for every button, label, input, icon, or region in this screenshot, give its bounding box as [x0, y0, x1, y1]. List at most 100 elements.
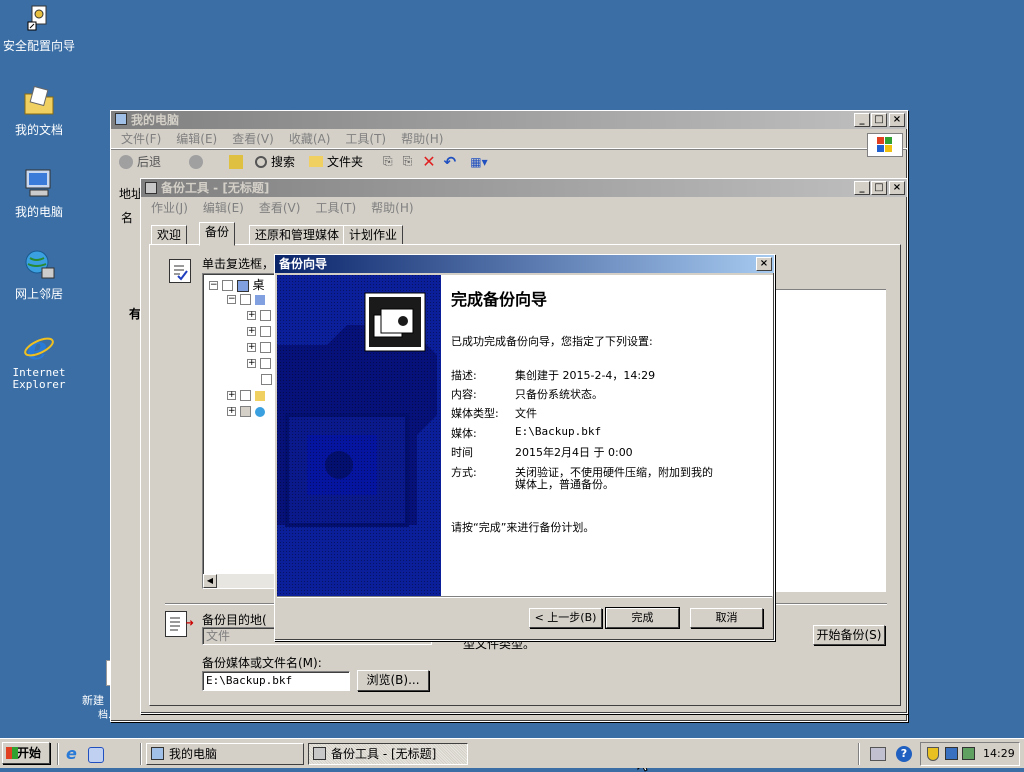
checkbox[interactable] [221, 280, 233, 291]
checkbox[interactable] [259, 310, 271, 321]
menu-help[interactable]: 帮助(H) [371, 199, 413, 216]
start-backup-button[interactable]: 开始备份(S) [813, 625, 885, 645]
tree-row[interactable]: + [227, 404, 265, 418]
collapse-icon[interactable]: − [227, 295, 236, 304]
folders-button[interactable]: 文件夹 [327, 153, 363, 170]
menu-edit[interactable]: 编辑(E) [203, 199, 244, 216]
menu-tools[interactable]: 工具(T) [315, 199, 356, 216]
start-label: 开始 [17, 746, 42, 760]
collapse-icon[interactable]: − [209, 281, 218, 290]
taskbar-item-backup[interactable]: 备份工具 - [无标题] [308, 743, 468, 765]
backup-tree-panel[interactable]: − 桌 − + + + + + + ◀ [202, 273, 282, 589]
my-computer-titlebar[interactable]: 我的电脑 _ □ × [111, 111, 907, 129]
tab-restore[interactable]: 还原和管理媒体 [249, 225, 346, 245]
backup-select-icon [169, 259, 191, 283]
maximize-button[interactable]: □ [871, 113, 887, 127]
media-filename-input[interactable]: E:\Backup.bkf [202, 671, 350, 691]
horizontal-scrollbar[interactable]: ◀ [203, 574, 281, 588]
search-icon [255, 155, 268, 168]
expand-icon[interactable]: + [227, 391, 236, 400]
undo-icon[interactable]: ↶ [444, 153, 457, 171]
quicklaunch-ie-icon[interactable]: e [66, 746, 82, 763]
menu-edit[interactable]: 编辑(E) [176, 130, 217, 147]
checkbox[interactable] [259, 358, 271, 369]
tree-row[interactable]: + [227, 388, 265, 402]
menu-job[interactable]: 作业(J) [151, 199, 188, 216]
menu-favorites[interactable]: 收藏(A) [289, 130, 331, 147]
start-button[interactable]: 开始 [2, 742, 50, 764]
destination-label: 备份目的地( [202, 613, 267, 627]
tree-row[interactable] [261, 372, 272, 386]
back-button[interactable]: 后退 [137, 153, 161, 170]
network-tray-icon[interactable] [945, 747, 958, 760]
summary-key: 媒体: [451, 427, 477, 440]
finish-button[interactable]: 完成 [605, 607, 680, 629]
search-button[interactable]: 搜索 [271, 153, 295, 170]
tree-row[interactable]: − [227, 292, 265, 306]
move-to-icon[interactable]: ⎘ [383, 154, 393, 169]
checkbox[interactable] [239, 294, 251, 305]
close-button[interactable]: × [889, 181, 905, 195]
menu-view[interactable]: 查看(V) [259, 199, 301, 216]
menu-help[interactable]: 帮助(H) [401, 130, 443, 147]
expand-icon[interactable]: + [247, 343, 256, 352]
tab-schedule[interactable]: 计划作业 [343, 225, 404, 245]
tree-row[interactable]: − 桌 [209, 276, 265, 293]
checkbox[interactable] [239, 406, 251, 417]
desktop-icon-my-documents[interactable]: 我的文档 [0, 84, 78, 138]
menu-view[interactable]: 查看(V) [232, 130, 274, 147]
tree-row[interactable]: + [247, 340, 271, 354]
desktop-icon-security-wizard[interactable]: 安全配置向导 [0, 4, 78, 54]
browse-button[interactable]: 浏览(B)... [357, 670, 429, 691]
copy-to-icon[interactable]: ⎘ [403, 154, 413, 169]
tab-backup[interactable]: 备份 [199, 222, 236, 246]
list-header [772, 274, 886, 290]
checkbox[interactable] [259, 326, 271, 337]
cancel-button[interactable]: 取消 [690, 608, 763, 628]
summary-key: 方式: [451, 466, 477, 479]
wizard-titlebar[interactable]: 备份向导 × [275, 255, 774, 273]
checkbox[interactable] [259, 342, 271, 353]
tray-app-icon[interactable] [870, 747, 886, 761]
tray-utility-icon[interactable] [962, 747, 975, 760]
minimize-button[interactable]: _ [854, 181, 870, 195]
expand-icon[interactable]: + [247, 359, 256, 368]
expand-icon[interactable]: + [247, 327, 256, 336]
quicklaunch-backup-icon[interactable] [88, 747, 104, 763]
security-wizard-icon [26, 4, 52, 34]
back-icon[interactable] [119, 154, 133, 169]
expand-icon[interactable]: + [247, 311, 256, 320]
menu-tools[interactable]: 工具(T) [345, 130, 386, 147]
backup-wizard-dialog[interactable]: 备份向导 × 完成备份向导 已成功完成备份向导，您指定了下列设置: 描述: 集创… [274, 254, 775, 641]
checkbox[interactable] [261, 374, 272, 385]
close-button[interactable]: × [756, 257, 772, 271]
close-button[interactable]: × [889, 113, 905, 127]
help-icon[interactable]: ? [896, 746, 912, 762]
desktop-icon-network[interactable]: 网上邻居 [0, 248, 78, 302]
desktop-icon-internet-explorer[interactable]: e Internet Explorer [0, 329, 78, 391]
summary-value: 文件 [515, 407, 537, 420]
maximize-button[interactable]: □ [871, 181, 887, 195]
taskbar-item-my-computer[interactable]: 我的电脑 [146, 743, 304, 765]
minimize-button[interactable]: _ [854, 113, 870, 127]
up-folder-icon[interactable] [229, 154, 244, 169]
network-icon [254, 406, 265, 417]
tree-row[interactable]: + [247, 308, 271, 322]
delete-icon[interactable]: ✕ [422, 152, 435, 171]
back-button[interactable]: < 上一步(B) [529, 608, 602, 628]
views-icon[interactable]: ▦▾ [470, 155, 487, 169]
scroll-left-button[interactable]: ◀ [203, 574, 217, 588]
tree-row[interactable]: + [247, 324, 271, 338]
button-separator [277, 596, 772, 598]
menu-file[interactable]: 文件(F) [121, 130, 161, 147]
tree-row[interactable]: + [247, 356, 271, 370]
desktop-icon-my-computer[interactable]: 我的电脑 [0, 166, 78, 220]
backup-titlebar[interactable]: 备份工具 - [无标题] _ □ × [141, 179, 907, 197]
svg-text:e: e [27, 330, 47, 364]
expand-icon[interactable]: + [227, 407, 236, 416]
security-shield-icon[interactable] [927, 747, 939, 761]
checkbox[interactable] [239, 390, 251, 401]
backup-file-list[interactable] [771, 273, 887, 593]
tab-welcome[interactable]: 欢迎 [151, 225, 188, 245]
forward-icon[interactable] [189, 154, 204, 169]
